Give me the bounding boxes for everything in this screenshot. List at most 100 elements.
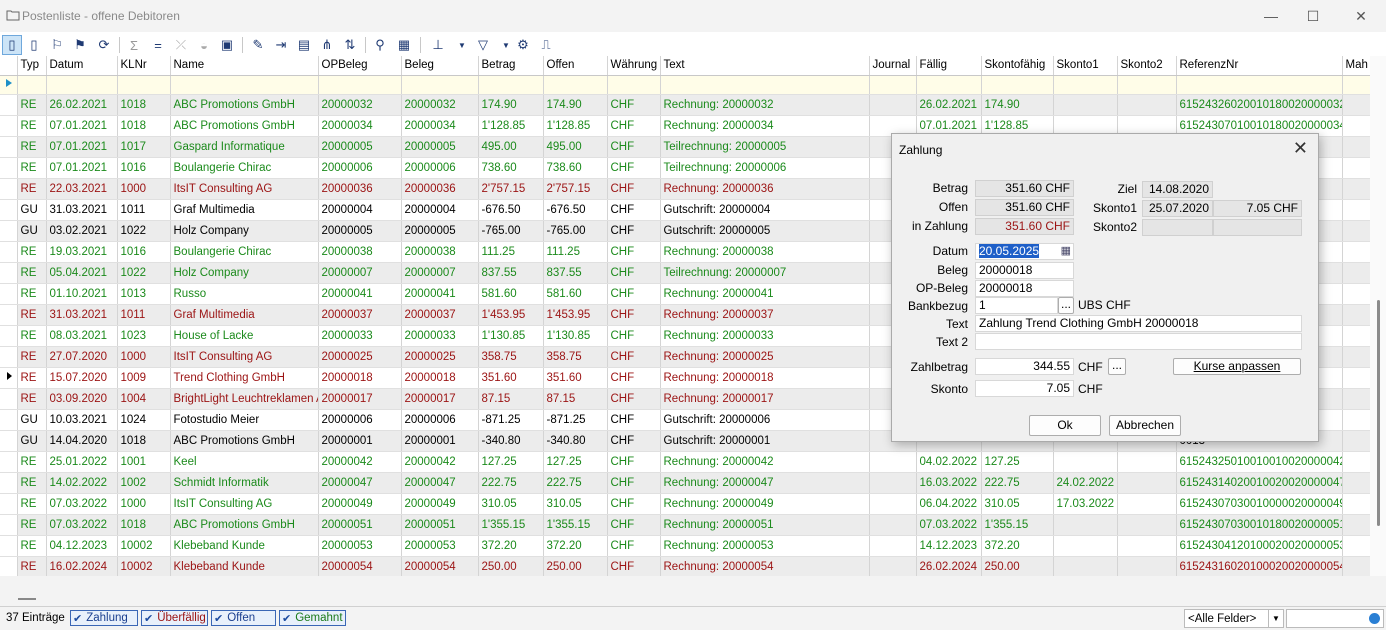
- filter-cell-mah[interactable]: [1342, 75, 1370, 95]
- column-header-faellig[interactable]: Fällig: [916, 56, 982, 76]
- filter-icon[interactable]: ▽: [473, 35, 493, 55]
- bankbezug-input[interactable]: 1: [975, 297, 1058, 314]
- cell-waehrung: CHF: [607, 367, 661, 389]
- filter-cell-datum[interactable]: [46, 75, 118, 95]
- close-icon[interactable]: ✕: [1293, 139, 1308, 157]
- field-select[interactable]: <Alle Felder> ▼: [1184, 609, 1284, 628]
- filter-cell-ref[interactable]: [1176, 75, 1343, 95]
- cell-opbeleg: 20000054: [318, 556, 402, 576]
- beleg-input[interactable]: 20000018: [975, 262, 1074, 279]
- row-indicator: [0, 493, 18, 515]
- maximize-button[interactable]: ☐: [1290, 0, 1336, 32]
- filter-cell-skonto2[interactable]: [1117, 75, 1177, 95]
- column-header-skontofaehig[interactable]: Skontofähig: [981, 56, 1054, 76]
- filter-cell-journal[interactable]: [869, 75, 917, 95]
- filter-cell-skonto1[interactable]: [1053, 75, 1118, 95]
- payment-icon[interactable]: ▦: [394, 35, 414, 55]
- row-indicator: [0, 346, 18, 368]
- datum-input[interactable]: 20.05.2025 ▦: [975, 243, 1074, 260]
- column-header-text[interactable]: Text: [660, 56, 870, 76]
- equal-icon[interactable]: =: [148, 35, 168, 55]
- search-people-icon[interactable]: ⚲: [370, 35, 390, 55]
- edit-icon[interactable]: ✎: [248, 35, 268, 55]
- coins-icon[interactable]: ◒: [194, 35, 214, 55]
- table-row[interactable]: RE 04.12.2023 10002 Klebeband Kunde 20000053…: [0, 535, 1370, 557]
- kurse-anpassen-button[interactable]: Kurse anpassen: [1173, 358, 1301, 375]
- filter-cell-skontofaehig[interactable]: [981, 75, 1054, 95]
- filter-row[interactable]: [0, 75, 1370, 95]
- package-icon[interactable]: ▣: [217, 35, 237, 55]
- filter-chip-offen[interactable]: ✔ Offen: [211, 610, 276, 626]
- filter-cell-beleg[interactable]: [401, 75, 479, 95]
- chevron-down-icon[interactable]: ▼: [1268, 610, 1283, 627]
- hierarchy-icon[interactable]: ⋔: [317, 35, 337, 55]
- transfer-icon[interactable]: ⇅: [340, 35, 360, 55]
- skonto-input[interactable]: 7.05: [975, 380, 1074, 397]
- split-icon[interactable]: ⤫: [171, 35, 191, 55]
- filter-cell-opbeleg[interactable]: [318, 75, 402, 95]
- filter-cell-typ[interactable]: [17, 75, 47, 95]
- text2-input[interactable]: [975, 333, 1302, 350]
- document-edit-icon[interactable]: ▤: [294, 35, 314, 55]
- column-header-betrag[interactable]: Betrag: [478, 56, 544, 76]
- filter-cell-betrag[interactable]: [478, 75, 544, 95]
- print-icon[interactable]: ⎍: [536, 35, 556, 55]
- pin-dropdown-icon[interactable]: ▼: [452, 35, 472, 55]
- vertical-scroll-thumb[interactable]: [1377, 300, 1380, 526]
- filter-cell-waehrung[interactable]: [607, 75, 661, 95]
- table-row[interactable]: RE 25.01.2022 1001 Keel 20000042 20000042 127.…: [0, 451, 1370, 473]
- column-header-typ[interactable]: Typ: [17, 56, 47, 76]
- flag-down-icon[interactable]: ⚐: [47, 35, 67, 55]
- gear-icon[interactable]: ⚙: [513, 35, 533, 55]
- text-input[interactable]: Zahlung Trend Clothing GmbH 20000018: [975, 315, 1302, 332]
- sum-icon[interactable]: Σ: [124, 35, 144, 55]
- cell-betrag: 358.75: [478, 346, 544, 368]
- search-input[interactable]: [1286, 609, 1384, 628]
- pin-icon[interactable]: ⊥: [428, 35, 448, 55]
- column-header-opbeleg[interactable]: OPBeleg: [318, 56, 402, 76]
- table-row[interactable]: RE 07.03.2022 1000 ItsIT Consulting AG 20000…: [0, 493, 1370, 515]
- zahlbetrag-ellipsis-button[interactable]: ...: [1108, 358, 1126, 375]
- column-header-skonto1[interactable]: Skonto1: [1053, 56, 1118, 76]
- zahlbetrag-input[interactable]: 344.55: [975, 358, 1074, 375]
- column-header-offen[interactable]: Offen: [543, 56, 608, 76]
- column-header-klnr[interactable]: KLNr: [117, 56, 171, 76]
- flag-up-icon[interactable]: ⚑: [70, 35, 90, 55]
- table-row[interactable]: RE 16.02.2024 10002 Klebeband Kunde 20000054…: [0, 556, 1370, 576]
- opbeleg-input[interactable]: 20000018: [975, 280, 1074, 297]
- filter-cell-name[interactable]: [170, 75, 319, 95]
- column-header-ref[interactable]: ReferenzNr: [1176, 56, 1343, 76]
- table-row[interactable]: RE 26.02.2021 1018 ABC Promotions GmbH 20000…: [0, 94, 1370, 116]
- document-select-icon[interactable]: ▯: [2, 35, 22, 55]
- filter-cell-faellig[interactable]: [916, 75, 982, 95]
- column-header-beleg[interactable]: Beleg: [401, 56, 479, 76]
- filter-chip-gemahnt[interactable]: ✔ Gemahnt: [279, 610, 346, 626]
- search-globe-icon[interactable]: [1368, 612, 1381, 625]
- bankbezug-ellipsis-button[interactable]: ...: [1058, 297, 1074, 314]
- table-row[interactable]: RE 14.02.2022 1002 Schmidt Informatik 200000…: [0, 472, 1370, 494]
- filter-chip-zahlung[interactable]: ✔ Zahlung: [70, 610, 138, 626]
- close-window-button[interactable]: ✕: [1338, 0, 1384, 32]
- document-icon[interactable]: ▯: [24, 35, 44, 55]
- filter-chip-ueberfaellig[interactable]: ✔ Überfällig: [141, 610, 208, 626]
- ok-button[interactable]: Ok: [1029, 415, 1101, 436]
- column-header-skonto2[interactable]: Skonto2: [1117, 56, 1177, 76]
- export-icon[interactable]: ⇥: [271, 35, 291, 55]
- column-header-datum[interactable]: Datum: [46, 56, 118, 76]
- table-row[interactable]: RE 07.03.2022 1018 ABC Promotions GmbH 20000…: [0, 514, 1370, 536]
- column-header-mah[interactable]: Mah: [1342, 56, 1370, 76]
- calendar-icon[interactable]: ▦: [1061, 244, 1071, 259]
- filter-cell-offen[interactable]: [543, 75, 608, 95]
- filter-cell-text[interactable]: [660, 75, 870, 95]
- filter-cell-klnr[interactable]: [117, 75, 171, 95]
- cell-mah: [1342, 409, 1370, 431]
- minimize-button[interactable]: —: [1248, 0, 1294, 32]
- horizontal-scroll-thumb[interactable]: [18, 598, 36, 600]
- column-header-journal[interactable]: Journal: [869, 56, 917, 76]
- refresh-icon[interactable]: ⟳: [94, 35, 114, 55]
- column-header-name[interactable]: Name: [170, 56, 319, 76]
- cancel-button[interactable]: Abbrechen: [1109, 415, 1181, 436]
- cell-betrag: -871.25: [478, 409, 544, 431]
- horizontal-scrollbar[interactable]: [0, 576, 1386, 606]
- column-header-waehrung[interactable]: Währung: [607, 56, 661, 76]
